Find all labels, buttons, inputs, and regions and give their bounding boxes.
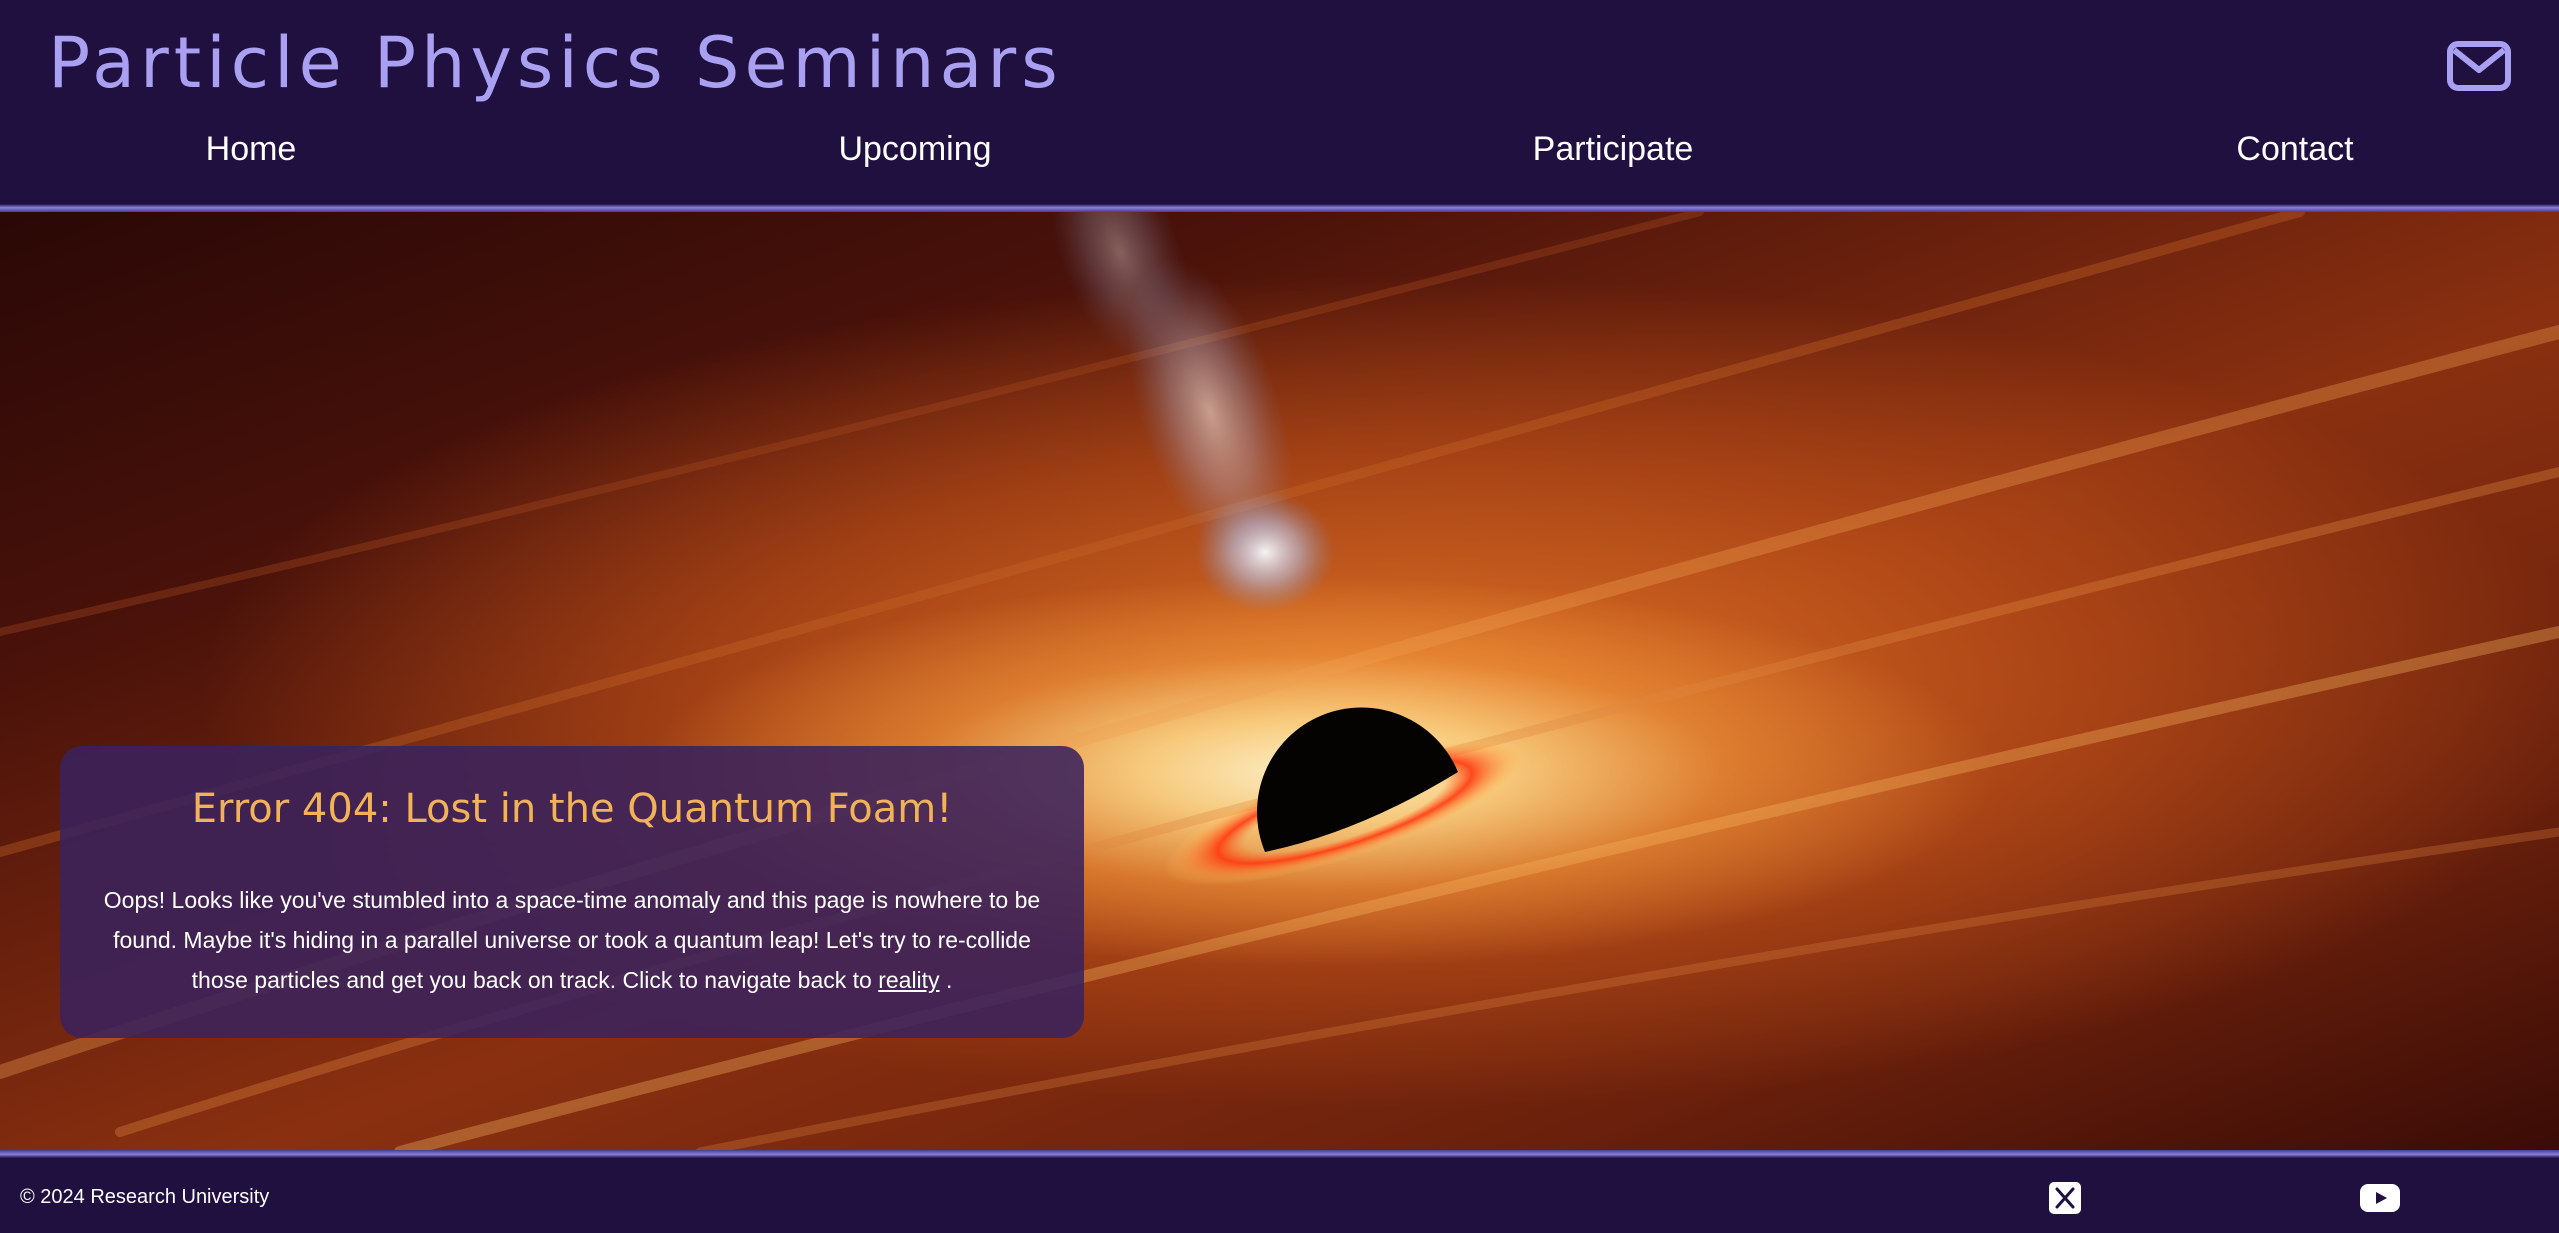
nav-item-home[interactable]: Home [206, 130, 297, 169]
envelope-icon[interactable] [2446, 40, 2512, 92]
header-divider [0, 204, 2559, 212]
nav-item-contact[interactable]: Contact [2236, 130, 2353, 169]
site-footer: © 2024 Research University [0, 1158, 2559, 1233]
youtube-icon[interactable] [2360, 1184, 2400, 1212]
error-message-trailing: . [939, 967, 953, 993]
error-card: Error 404: Lost in the Quantum Foam! Oop… [60, 746, 1084, 1038]
main-nav: Home Upcoming Participate Contact [0, 130, 2559, 186]
reality-link[interactable]: reality [878, 967, 939, 993]
nav-item-upcoming[interactable]: Upcoming [838, 130, 991, 169]
x-icon[interactable] [2049, 1182, 2081, 1214]
error-title: Error 404: Lost in the Quantum Foam! [191, 786, 953, 832]
site-header: Particle Physics Seminars Home Upcoming … [0, 0, 2559, 207]
nav-item-participate[interactable]: Participate [1533, 130, 1694, 169]
copyright-text: © 2024 Research University [20, 1186, 270, 1208]
site-title: Particle Physics Seminars [48, 22, 1063, 104]
footer-divider [0, 1150, 2559, 1158]
black-hole-hero-image: Error 404: Lost in the Quantum Foam! Oop… [0, 212, 2559, 1152]
error-message: Oops! Looks like you've stumbled into a … [96, 880, 1048, 1000]
